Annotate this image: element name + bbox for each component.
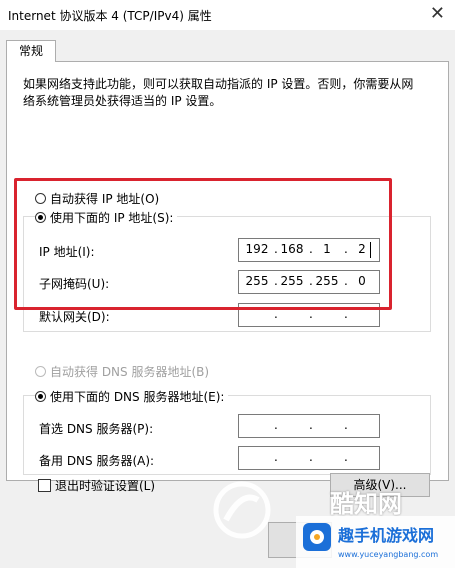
ip-manual-radio[interactable]: [35, 212, 46, 223]
ip-manual-option[interactable]: 使用下面的 IP 地址(S):: [35, 209, 178, 226]
octet-separator: .: [309, 307, 313, 321]
octet-separator: .: [274, 418, 278, 432]
octet-separator: .: [274, 307, 278, 321]
alternate-dns-label: 备用 DNS 服务器(A):: [39, 454, 155, 468]
dns-manual-option[interactable]: 使用下面的 DNS 服务器地址(E):: [35, 388, 229, 405]
octet-separator: .: [274, 450, 278, 464]
description-text: 如果网络支持此功能，则可以获取自动指派的 IP 设置。否则，你需要从网络系统管理…: [23, 77, 414, 108]
ip-auto-radio[interactable]: [35, 193, 46, 204]
ip-auto-option[interactable]: 自动获得 IP 地址(O): [35, 190, 159, 207]
octet-separator: .: [309, 418, 313, 432]
ip-address-field[interactable]: 192 . 168 . 1 . 2: [238, 238, 380, 262]
octet-separator: .: [309, 450, 313, 464]
subnet-mask-octet-2: 255: [280, 274, 304, 288]
dns-manual-radio[interactable]: [35, 391, 46, 402]
site-watermark: 趣手机游戏网 www.yuceyangbang.com: [296, 516, 455, 568]
ip-manual-label: 使用下面的 IP 地址(S):: [50, 211, 174, 225]
dns-auto-radio[interactable]: [35, 366, 46, 377]
subnet-mask-octet-1: 255: [245, 274, 269, 288]
tab-general[interactable]: 常规: [6, 40, 56, 62]
octet-separator: .: [344, 418, 348, 432]
ip-address-octet-4: 2: [358, 242, 366, 256]
preferred-dns-label: 首选 DNS 服务器(P):: [39, 422, 154, 436]
site-url: www.yuceyangbang.com: [338, 550, 439, 559]
text-cursor: [370, 242, 371, 258]
preferred-dns-field[interactable]: . . .: [238, 414, 380, 438]
subnet-mask-octet-4: 0: [358, 274, 366, 288]
dns-auto-label: 自动获得 DNS 服务器地址(B): [50, 365, 210, 379]
ip-address-octet-3: 1: [323, 242, 331, 256]
alternate-dns-field[interactable]: . . .: [238, 446, 380, 470]
gateway-label: 默认网关(D):: [39, 310, 110, 324]
octet-separator: .: [344, 450, 348, 464]
window-title: Internet 协议版本 4 (TCP/IPv4) 属性: [8, 9, 212, 23]
close-icon[interactable]: ✕: [430, 3, 445, 25]
subnet-mask-label: 子网掩码(U):: [39, 277, 110, 291]
dns-manual-label: 使用下面的 DNS 服务器地址(E):: [50, 390, 225, 404]
ip-address-octet-1: 192: [245, 242, 269, 256]
ip-address-octet-2: 168: [280, 242, 304, 256]
ip-auto-label: 自动获得 IP 地址(O): [50, 192, 160, 206]
title-bar: Internet 协议版本 4 (TCP/IPv4) 属性 ✕: [0, 0, 455, 30]
general-panel: 如果网络支持此功能，则可以获取自动指派的 IP 设置。否则，你需要从网络系统管理…: [6, 61, 449, 481]
site-logo-icon: [303, 523, 331, 551]
octet-separator: .: [344, 307, 348, 321]
site-title: 趣手机游戏网: [338, 526, 435, 545]
validate-checkbox[interactable]: [38, 479, 51, 492]
validate-label: 退出时验证设置(L): [55, 479, 156, 493]
subnet-mask-octet-3: 255: [315, 274, 339, 288]
brand-name: 酷知网: [330, 490, 402, 518]
dns-auto-option[interactable]: 自动获得 DNS 服务器地址(B): [35, 363, 209, 380]
ip-address-label: IP 地址(I):: [39, 245, 95, 259]
brand-logo-icon: [213, 481, 271, 539]
validate-option[interactable]: 退出时验证设置(L): [38, 477, 155, 494]
gateway-field[interactable]: . . .: [238, 303, 380, 327]
subnet-mask-field[interactable]: 255 . 255 . 255 . 0: [238, 270, 380, 294]
